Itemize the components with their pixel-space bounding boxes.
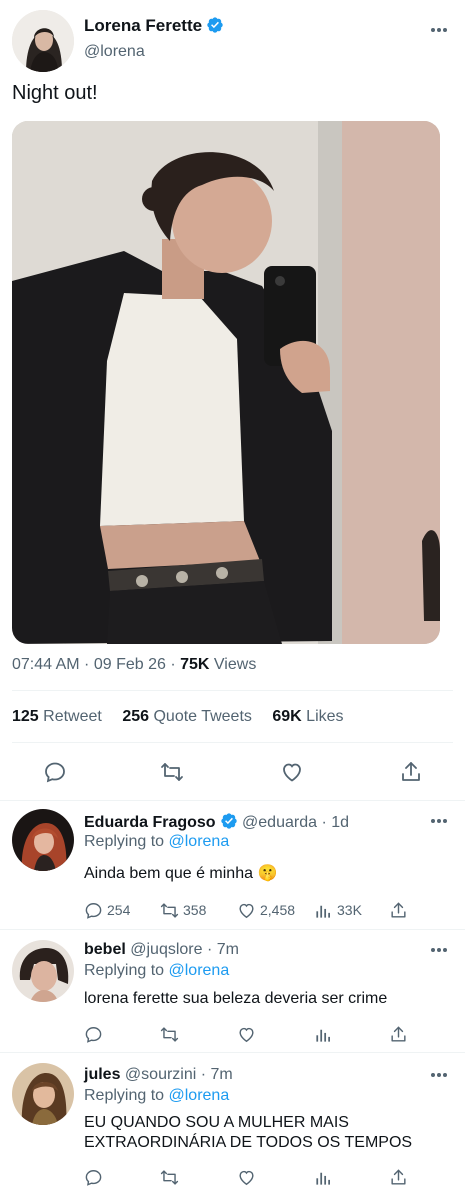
more-icon[interactable] — [431, 819, 451, 825]
reply-handle: @eduarda — [242, 814, 317, 831]
replying-to: Replying to @lorena — [84, 962, 230, 979]
mention-link[interactable]: @lorena — [169, 1087, 230, 1104]
reply-icon[interactable] — [43, 760, 67, 784]
reply-retweet-button[interactable] — [160, 1024, 183, 1044]
reply-text: EU QUANDO SOU A MULHER MAIS EXTRAORDINÁR… — [84, 1114, 413, 1151]
like-icon[interactable] — [280, 760, 304, 784]
reply-text: Ainda bem que é minha 🤫 — [84, 865, 278, 882]
author-name[interactable]: Lorena Ferette — [84, 16, 224, 36]
reply-handle: @juqslore — [130, 941, 203, 958]
retweets-stat[interactable]: 125 Retweet — [12, 708, 102, 725]
reply-views-button[interactable] — [314, 1167, 337, 1187]
like-icon — [239, 903, 254, 918]
author-handle[interactable]: @lorena — [84, 43, 145, 61]
views-icon — [316, 1029, 330, 1042]
divider — [12, 690, 453, 691]
views-icon — [316, 1172, 330, 1185]
tweet-header: Lorena Ferette @lorena — [0, 0, 465, 80]
reply-retweet-button[interactable] — [160, 1167, 183, 1187]
reply-avatar[interactable] — [12, 940, 74, 1002]
mention-link[interactable]: @lorena — [169, 962, 230, 979]
reply-time: 7m — [210, 1066, 233, 1083]
divider — [12, 742, 453, 743]
views-count: 75K — [180, 656, 210, 673]
retweet-icon[interactable] — [160, 760, 184, 784]
verified-badge-icon — [220, 813, 237, 829]
retweet-icon — [160, 902, 179, 918]
reply-retweet-button[interactable]: 358 — [160, 900, 206, 920]
reply-author[interactable]: bebel @juqslore · 7m — [84, 941, 239, 959]
reply-icon — [85, 1026, 102, 1043]
tweet-stats: 125 Retweet 256 Quote Tweets 69K Likes — [12, 708, 360, 726]
author-avatar[interactable] — [12, 10, 74, 72]
reply-author[interactable]: jules @sourzini · 7m — [84, 1066, 233, 1084]
reply-handle: @sourzini — [124, 1066, 197, 1083]
more-icon[interactable] — [431, 1073, 451, 1079]
reply-time: 7m — [216, 941, 239, 958]
reply-item[interactable]: jules @sourzini · 7m Replying to @lorena… — [0, 1053, 465, 1199]
retweet-icon — [160, 1169, 179, 1185]
reply-avatar[interactable] — [12, 809, 74, 871]
reply-reply-button[interactable] — [84, 1024, 107, 1044]
like-icon — [239, 1027, 254, 1042]
reply-reply-button[interactable]: 254 — [84, 900, 130, 920]
replying-to: Replying to @lorena — [84, 833, 230, 850]
share-icon[interactable] — [399, 760, 423, 784]
mention-link[interactable]: @lorena — [169, 833, 230, 850]
reply-share-button[interactable] — [389, 1024, 412, 1044]
reply-icon — [85, 902, 102, 919]
reply-item[interactable]: Eduarda Fragoso @eduarda · 1d Replying t… — [0, 801, 465, 929]
reply-icon — [85, 1169, 102, 1186]
reply-like-button[interactable] — [237, 1167, 260, 1187]
share-icon — [391, 1026, 406, 1042]
reply-avatar[interactable] — [12, 1063, 74, 1125]
more-icon[interactable] — [431, 28, 451, 34]
views-icon — [316, 905, 330, 918]
reply-author[interactable]: Eduarda Fragoso @eduarda · 1d — [84, 812, 349, 832]
share-icon — [391, 902, 406, 918]
tweet-action-bar — [0, 758, 465, 788]
tweet-text: Night out! — [12, 82, 98, 104]
quote-tweets-stat[interactable]: 256 Quote Tweets — [122, 708, 252, 725]
tweet-photo[interactable] — [12, 121, 440, 644]
reply-reply-button[interactable] — [84, 1167, 107, 1187]
reply-time: 1d — [331, 814, 350, 831]
reply-author-name: Eduarda Fragoso — [84, 814, 216, 831]
retweet-icon — [160, 1026, 179, 1042]
likes-stat[interactable]: 69K Likes — [272, 708, 343, 725]
tweet-date: 09 Feb 26 — [93, 656, 166, 673]
tweet-meta: 07:44 AM · 09 Feb 26 · 75K Views — [12, 656, 257, 673]
reply-text: lorena ferette sua beleza deveria ser cr… — [84, 990, 388, 1007]
share-icon — [391, 1169, 406, 1185]
tweet-time: 07:44 AM — [12, 656, 80, 673]
reply-author-name: bebel — [84, 941, 126, 958]
replying-to: Replying to @lorena — [84, 1087, 230, 1104]
reply-share-button[interactable] — [389, 1167, 412, 1187]
reply-like-button[interactable] — [237, 1024, 260, 1044]
reply-share-button[interactable] — [389, 900, 412, 920]
views-label: Views — [213, 656, 257, 673]
like-icon — [239, 1170, 254, 1185]
verified-badge-icon — [207, 17, 223, 33]
reply-views-button[interactable]: 33K — [314, 900, 362, 920]
reply-views-button[interactable] — [314, 1024, 337, 1044]
reply-like-button[interactable]: 2,458 — [237, 900, 295, 920]
more-icon[interactable] — [431, 948, 451, 954]
reply-item[interactable]: bebel @juqslore · 7m Replying to @lorena… — [0, 930, 465, 1052]
reply-author-name: jules — [84, 1066, 121, 1083]
